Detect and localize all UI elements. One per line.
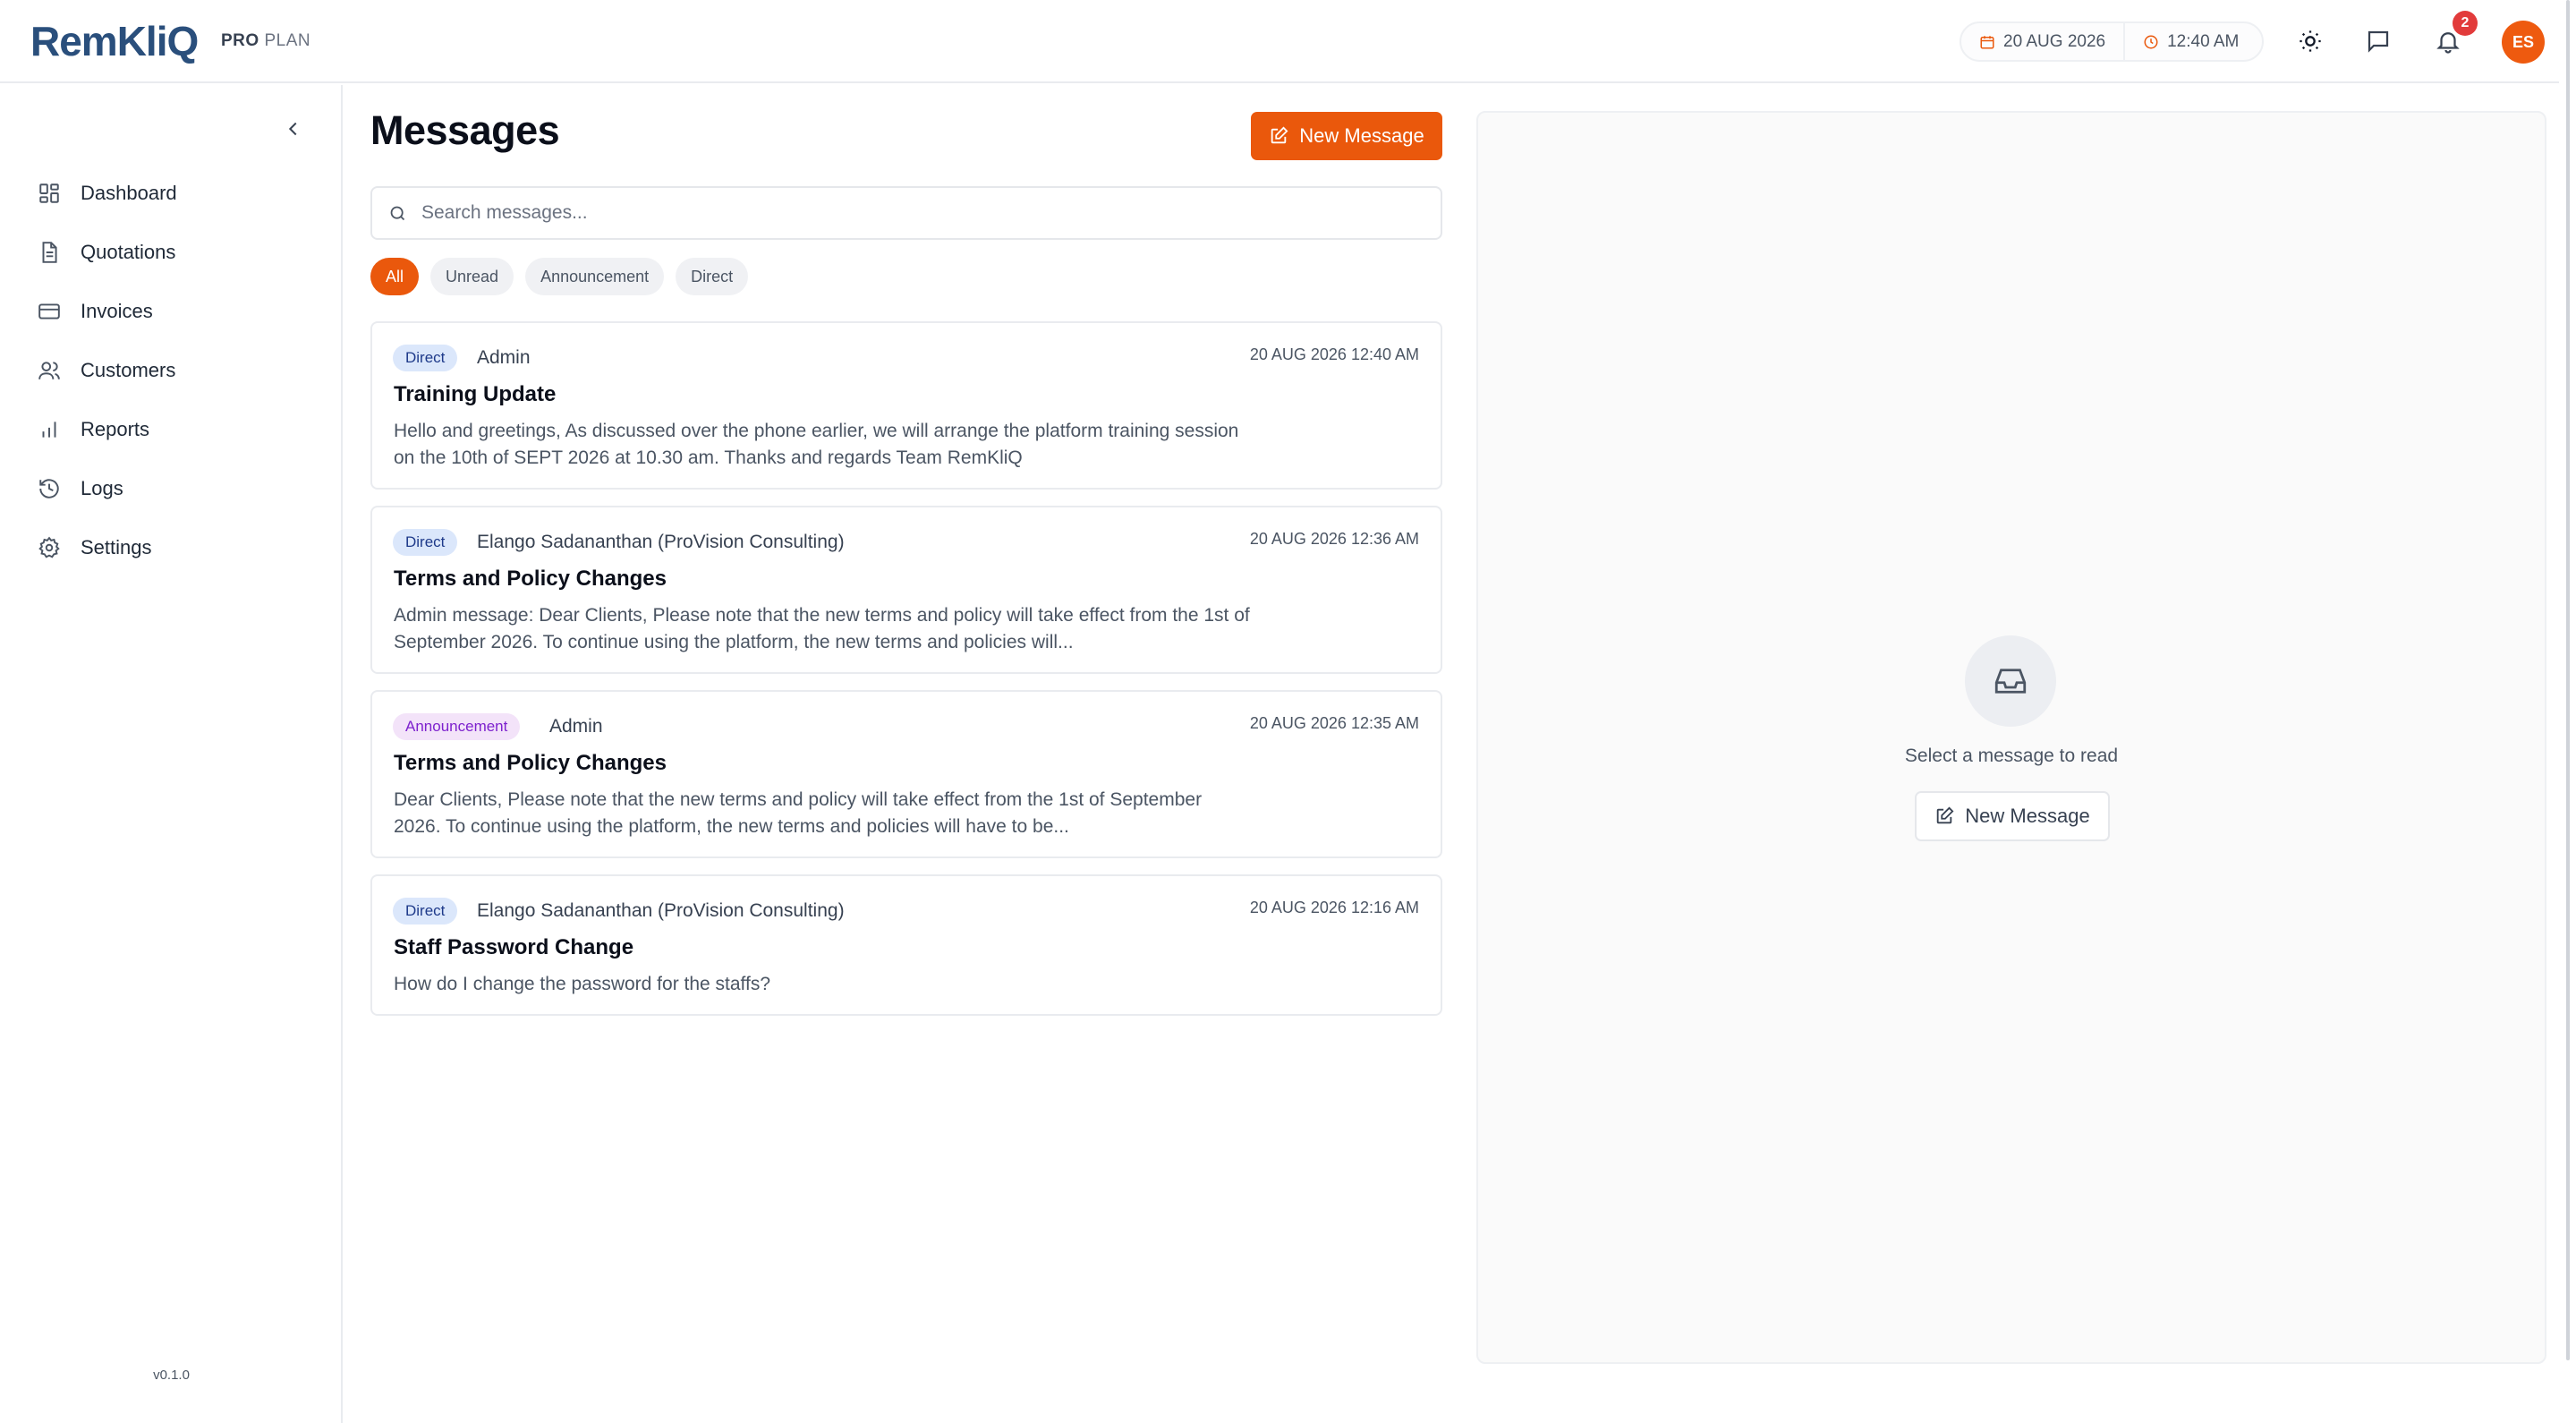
calendar-icon [1979,34,1995,50]
message-sender: Elango Sadananthan (ProVision Consulting… [477,532,845,552]
message-card[interactable]: Announcement Admin 20 AUG 2026 12:35 AM … [370,690,1442,858]
message-card[interactable]: Direct Admin 20 AUG 2026 12:40 AM Traini… [370,321,1442,490]
search-bar [370,186,1442,240]
message-subject: Staff Password Change [394,935,634,959]
sidebar-item-label: Logs [81,477,123,499]
date-text: 20 AUG 2026 [2003,31,2106,51]
plan-word: PLAN [264,31,311,50]
message-sender: Elango Sadananthan (ProVision Consulting… [477,900,845,921]
sidebar-item-invoices[interactable]: Invoices [36,292,153,331]
collapse-sidebar-button[interactable] [280,115,307,142]
app-logo[interactable]: RemKliQ [30,16,199,66]
compose-icon [1934,806,1954,826]
sidebar-item-reports[interactable]: Reports [36,410,149,449]
message-card[interactable]: Direct Elango Sadananthan (ProVision Con… [370,506,1442,674]
message-subject: Training Update [394,382,557,406]
empty-state-text: Select a message to read [1904,746,2119,766]
filter-unread[interactable]: Unread [430,258,514,295]
messages-button[interactable] [2362,25,2394,57]
gear-icon [36,534,63,561]
document-icon [36,239,63,266]
dashboard-icon [36,180,63,207]
message-timestamp: 20 AUG 2026 12:16 AM [1249,899,1419,916]
time-text: 12:40 AM [2167,31,2240,51]
history-icon [36,475,63,502]
compose-icon [1269,126,1288,146]
chevron-left-icon [284,119,303,139]
sidebar-item-settings[interactable]: Settings [36,528,152,567]
users-icon [36,357,63,384]
message-type-tag: Direct [393,529,458,556]
message-subject: Terms and Policy Changes [394,567,667,591]
sidebar-item-label: Quotations [81,241,176,263]
message-preview: Dear Clients, Please note that the new t… [394,789,1203,837]
plan-tier: PRO [221,31,259,50]
filter-chips: All Unread Announcement Direct [370,258,749,295]
sidebar-item-label: Dashboard [81,182,177,204]
credit-card-icon [36,298,63,325]
notification-count-badge: 2 [2453,11,2478,36]
search-icon [388,204,407,223]
message-type-tag: Direct [393,345,458,371]
plan-label: PRO PLAN [221,31,310,51]
theme-toggle-button[interactable] [2294,25,2326,57]
time-display: 12:40 AM [2125,23,2257,60]
filter-announcement[interactable]: Announcement [525,258,665,295]
sidebar-item-quotations[interactable]: Quotations [36,233,175,272]
sidebar-item-logs[interactable]: Logs [36,469,123,508]
sidebar: Dashboard Quotations Invoices Customers … [0,85,343,1423]
search-input[interactable] [421,202,1406,224]
message-card[interactable]: Direct Elango Sadananthan (ProVision Con… [370,874,1442,1016]
message-preview: Hello and greetings, As discussed over t… [394,421,1239,468]
sun-icon [2298,29,2323,54]
sidebar-item-label: Reports [81,418,150,440]
empty-state-illustration [1965,635,2056,727]
chat-icon [2365,28,2392,55]
message-timestamp: 20 AUG 2026 12:36 AM [1249,530,1419,548]
filter-direct[interactable]: Direct [676,258,749,295]
message-timestamp: 20 AUG 2026 12:40 AM [1249,345,1419,363]
message-type-tag: Direct [393,898,458,925]
message-reading-pane [1476,111,2546,1364]
user-avatar[interactable]: ES [2502,21,2545,64]
message-subject: Terms and Policy Changes [394,751,667,775]
sidebar-item-dashboard[interactable]: Dashboard [36,174,177,213]
message-sender: Admin [549,716,603,737]
sidebar-item-label: Invoices [81,300,153,322]
clock-icon [2143,34,2159,50]
sidebar-item-customers[interactable]: Customers [36,351,175,390]
page-scrollbar[interactable] [2566,0,2570,1360]
new-message-label: New Message [1965,805,2090,827]
message-preview: How do I change the password for the sta… [394,974,771,994]
datetime-display: 20 AUG 2026 12:40 AM [1960,21,2264,62]
date-display: 20 AUG 2026 [1961,23,2123,60]
bar-chart-icon [36,416,63,443]
message-type-tag: Announcement [393,713,521,740]
message-sender: Admin [477,347,531,368]
sidebar-item-label: Settings [81,536,152,558]
inbox-icon [1992,662,2029,700]
new-message-label: New Message [1299,124,1424,147]
new-message-button[interactable]: New Message [1251,112,1442,160]
logo-text: RemKliQ [30,18,199,64]
new-message-secondary-button[interactable]: New Message [1915,791,2110,841]
filter-all[interactable]: All [370,258,420,295]
page-title: Messages [370,107,560,153]
message-timestamp: 20 AUG 2026 12:35 AM [1249,714,1419,732]
top-header: RemKliQ PRO PLAN 20 AUG 2026 12:40 AM 2 … [0,0,2559,83]
app-version: v0.1.0 [153,1368,190,1383]
sidebar-item-label: Customers [81,359,176,381]
message-preview: Admin message: Dear Clients, Please note… [394,605,1250,652]
